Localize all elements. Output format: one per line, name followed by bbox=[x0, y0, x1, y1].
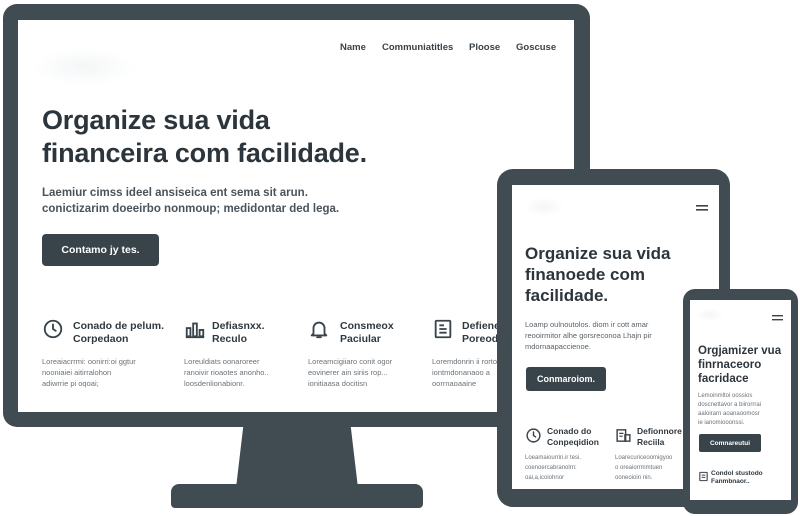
hero-subtitle-line: aaloirarn aoanaoomosr bbox=[698, 411, 760, 417]
hero-subtitle-line: Laemiur cimss ideel ansiseica ent sema s… bbox=[42, 187, 308, 199]
desktop-screen: Name Communiatitles Ploose Goscuse Organ… bbox=[18, 20, 574, 412]
bar-chart-icon bbox=[185, 322, 205, 339]
nav-link-goscuse[interactable]: Goscuse bbox=[516, 42, 556, 53]
hero-subtitle-line: mdornaapaccienoe. bbox=[525, 342, 591, 351]
bell-icon bbox=[310, 321, 328, 339]
hero-title-line: Organize sua vida bbox=[525, 244, 671, 263]
phone-screen: Orgjamizer vua finrnaceoro facridace Lem… bbox=[690, 300, 791, 500]
hamburger-menu-icon[interactable] bbox=[772, 314, 783, 322]
feature-text-line: adiwrrie pi oqoai; bbox=[42, 379, 99, 388]
hero-subtitle-line: Loamp oulnoutolos. diom ir cott amar bbox=[525, 320, 649, 329]
hero-cta-button[interactable]: Conmaroiom. bbox=[526, 367, 606, 391]
monitor-stand-base bbox=[171, 484, 423, 508]
feature-title-line: Conado do bbox=[547, 426, 592, 436]
feature-description: Loreamcigiiaro conit ogor eovinerer ain … bbox=[308, 356, 428, 389]
feature-title-line: Defionnore bbox=[637, 426, 682, 436]
hero-title-line: facridace bbox=[698, 373, 749, 385]
clock-icon bbox=[526, 428, 541, 443]
nav-link-name[interactable]: Name bbox=[340, 42, 366, 53]
hero-subtitle: Loamp oulnoutolos. diom ir cott amar reo… bbox=[525, 319, 701, 352]
hero-subtitle: Laemiur cimss ideel ansiseica ent sema s… bbox=[42, 185, 502, 217]
hero-title: Organize sua vida finanoede com facilida… bbox=[525, 243, 710, 306]
feature-title-line: Conado de pelum. bbox=[73, 320, 165, 332]
document-icon bbox=[699, 471, 708, 482]
nav-link-communities[interactable]: Communiatitles bbox=[382, 42, 453, 53]
feature-text-line: eovinerer ain siriis rop... bbox=[308, 368, 388, 377]
feature-description: Loreuldiats oonaroreer ranoivir rioaotes… bbox=[184, 356, 304, 389]
feature-title-line: Fanmbnaor.. bbox=[711, 478, 750, 485]
hero-title: Organize sua vida financeira com facilid… bbox=[42, 104, 462, 170]
hero-subtitle: Lemoinmltoi oossios doscnettavor a biiro… bbox=[698, 392, 786, 428]
document-chart-icon bbox=[616, 429, 631, 442]
hero-cta-button[interactable]: Contamo jy tes. bbox=[42, 234, 159, 266]
feature-text-line: nooniaiei aitirralohon bbox=[42, 368, 112, 377]
feature-description: Loreaiacrrmi: oonirri:oi ggtur nooniaiei… bbox=[42, 356, 172, 389]
hero-title: Orgjamizer vua finrnaceoro facridace bbox=[698, 344, 790, 386]
feature-title: Conado de pelum. Corpedaon bbox=[73, 320, 183, 346]
feature-text-line: ranoivir rioaotes anonho.. bbox=[184, 368, 269, 377]
hero-cta-button[interactable]: Comnareutui bbox=[699, 434, 761, 452]
clock-icon bbox=[43, 319, 63, 339]
feature-text-line: oorrnaoaaine bbox=[432, 379, 477, 388]
hero-title-line: financeira com facilidade. bbox=[42, 138, 367, 168]
feature-title: Defiasnxx. Reculo bbox=[212, 320, 307, 346]
feature-title-line: Reciila bbox=[637, 437, 665, 447]
monitor-stand-neck bbox=[236, 426, 358, 488]
feature-text-line: coenoercabranolrn: bbox=[525, 465, 577, 471]
hero-subtitle-line: conictizarim doeeirbo nonmoup; medidonta… bbox=[42, 203, 340, 215]
site-logo[interactable] bbox=[696, 308, 724, 322]
feature-title: Defionnore Reciila bbox=[637, 426, 682, 448]
feature-title-line: Defiasnxx. bbox=[212, 320, 265, 332]
document-icon bbox=[434, 319, 452, 339]
feature-title-line: Paciular bbox=[340, 333, 381, 345]
site-logo[interactable] bbox=[524, 197, 564, 217]
site-logo[interactable] bbox=[32, 48, 138, 86]
hero-title-line: finanoede com bbox=[525, 265, 645, 284]
feature-text-line: oai,a,icoiohnor bbox=[525, 475, 565, 481]
feature-title-line: Consmeox bbox=[340, 320, 394, 332]
feature-text-line: Loreamcigiiaro conit ogor bbox=[308, 357, 393, 366]
hamburger-menu-icon[interactable] bbox=[696, 203, 708, 213]
feature-title-line: Corpedaon bbox=[73, 333, 129, 345]
hero-title-line: finrnaceoro bbox=[698, 359, 762, 371]
feature-text-line: Loreuldiats oonaroreer bbox=[184, 357, 260, 366]
nav-link-ploose[interactable]: Ploose bbox=[469, 42, 500, 53]
hero-subtitle-line: reooirmitor alhe gorsreconoa Lhajn pir bbox=[525, 331, 652, 340]
feature-title: Condol stustodo Fanmbnaor.. bbox=[711, 470, 763, 486]
feature-title-line: Conpeqidion bbox=[547, 437, 599, 447]
feature-description: Loeamaiourrin.ir tesi. coenoercabranolrn… bbox=[525, 453, 605, 483]
hero-title-line: Organize sua vida bbox=[42, 105, 270, 135]
feature-title: Consmeox Paciular bbox=[340, 320, 430, 346]
hero-subtitle-line: ie ianomiooonssi. bbox=[698, 420, 745, 426]
feature-description: Loremdonrin ii rorto iontmdonanaoo a oor… bbox=[432, 356, 502, 389]
feature-text-line: Loreaiacrrmi: oonirri:oi ggtur bbox=[42, 357, 136, 366]
hero-subtitle-line: doscnettavor a biirorrrai bbox=[698, 402, 762, 408]
feature-title-line: Condol stustodo bbox=[711, 470, 763, 477]
feature-text-line: loosdenlionabionr. bbox=[184, 379, 245, 388]
hero-title-line: Orgjamizer vua bbox=[698, 345, 782, 357]
feature-text-line: ionitiaasa docitisn bbox=[308, 379, 368, 388]
feature-text-line: Loremdonrin ii rorto bbox=[432, 357, 498, 366]
feature-title-line: Reculo bbox=[212, 333, 248, 345]
hero-subtitle-line: Lemoinmltoi oossios bbox=[698, 393, 753, 399]
feature-text-line: iontmdonanaoo a bbox=[432, 368, 490, 377]
feature-text-line: Loeamaiourrin.ir tesi. bbox=[525, 455, 582, 461]
feature-title: Conado do Conpeqidion bbox=[547, 426, 599, 448]
